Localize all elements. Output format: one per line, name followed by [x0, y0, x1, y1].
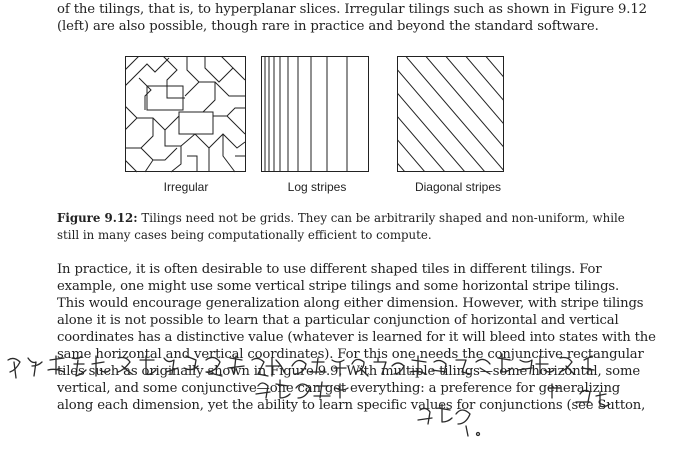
- paragraph-line: vertical, and some conjunctive—one can g…: [57, 381, 621, 396]
- paragraph-line: This would encourage generalization alon…: [57, 296, 644, 311]
- paragraph-line: along each dimension, yet the ability to…: [57, 398, 646, 413]
- caption-text: Tilings need not be grids. They can be a…: [141, 211, 625, 225]
- diagonal-stripes-panel: Diagonal stripes: [397, 56, 505, 194]
- log-stripes-diagram: [261, 56, 369, 172]
- paragraph-line: example, one might use some vertical str…: [57, 279, 620, 294]
- paragraph-line: same horizontal and vertical coordinates…: [57, 347, 644, 362]
- caption-line: Figure 9.12: Tilings need not be grids. …: [57, 210, 625, 227]
- text-line: of the tilings, that is, to hyperplanar …: [57, 2, 647, 17]
- diagonal-stripes-diagram: [397, 56, 504, 172]
- log-stripes-panel: Log stripes: [261, 56, 371, 194]
- paragraph-line: tiles such as originally shown in Figure…: [57, 364, 640, 379]
- text-line: (left) are also possible, though rare in…: [57, 19, 599, 34]
- caption-label: Figure 9.12:: [57, 211, 138, 225]
- irregular-tiling-panel: Irregular: [125, 56, 247, 194]
- irregular-tiling-diagram: [125, 56, 246, 173]
- caption-line: still in many cases being computationall…: [57, 228, 432, 242]
- diagonal-stripes-label: Diagonal stripes: [414, 180, 502, 194]
- paragraph-line: In practice, it is often desirable to us…: [57, 262, 602, 277]
- paragraph-line: coordinates has a distinctive value (wha…: [57, 330, 656, 345]
- log-stripes-label: Log stripes: [287, 180, 347, 194]
- irregular-label: Irregular: [163, 180, 209, 194]
- figure-9-12: Irregular Log stripes Diagonal stripes: [0, 56, 680, 196]
- paragraph-line: alone it is not possible to learn that a…: [57, 313, 619, 328]
